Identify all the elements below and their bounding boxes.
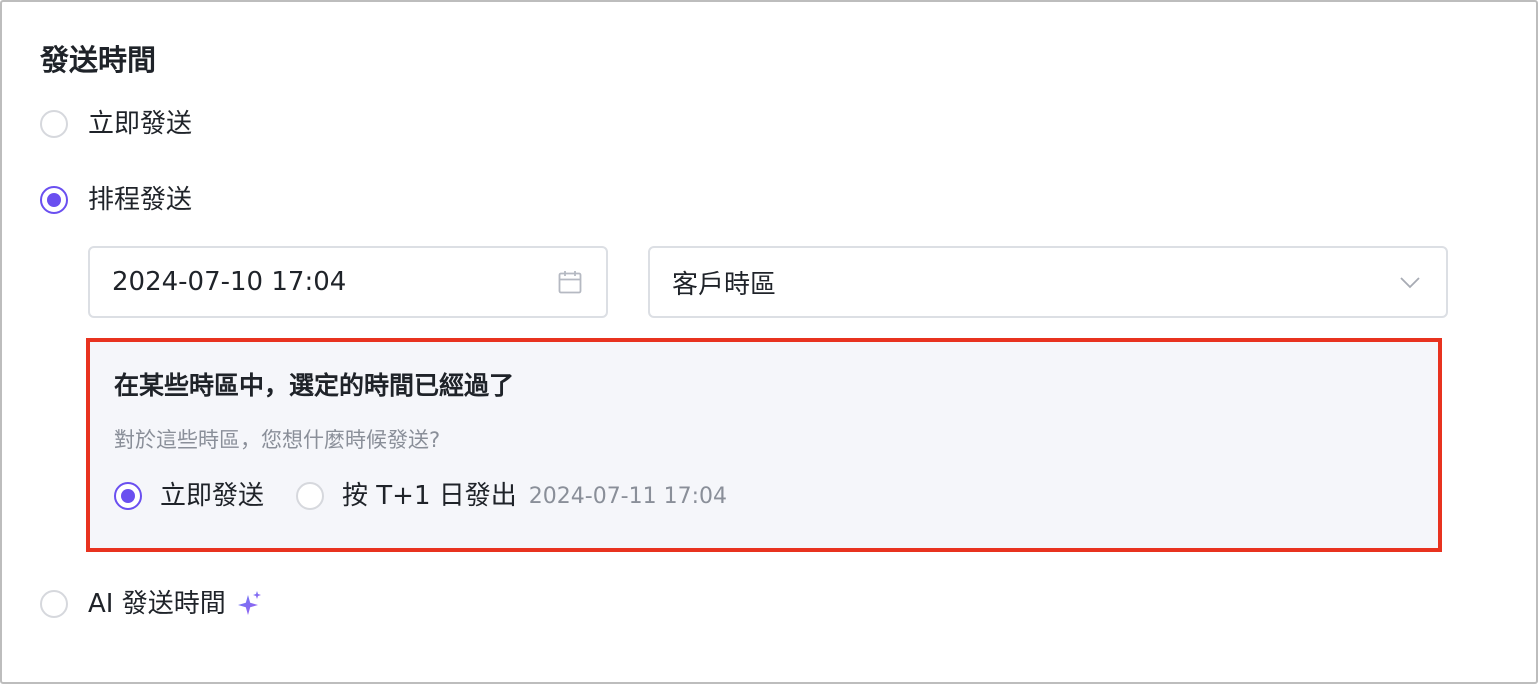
timezone-select[interactable]: 客戶時區	[648, 246, 1448, 318]
immediate-send-radio[interactable]	[40, 110, 68, 138]
warning-immediate-radio[interactable]	[114, 482, 142, 510]
warning-option-next-day[interactable]: 按 T+1 日發出 2024-07-11 17:04	[296, 478, 727, 514]
scheduled-send-option[interactable]: 排程發送	[40, 182, 192, 218]
datetime-value: 2024-07-10 17:04	[112, 267, 347, 297]
sparkle-icon	[234, 589, 264, 619]
datetime-picker[interactable]: 2024-07-10 17:04	[88, 246, 608, 318]
scheduled-send-radio[interactable]	[40, 186, 68, 214]
warning-description: 對於這些時區，您想什麼時候發送?	[114, 428, 441, 452]
warning-title: 在某些時區中，選定的時間已經過了	[114, 371, 515, 400]
immediate-send-option[interactable]: 立即發送	[40, 106, 192, 142]
warning-next-day-date: 2024-07-11 17:04	[528, 483, 728, 509]
passed-time-warning: 在某些時區中，選定的時間已經過了 對於這些時區，您想什麼時候發送? 立即發送 按…	[86, 338, 1442, 552]
ai-send-time-label: AI 發送時間	[88, 589, 226, 619]
ai-send-time-radio[interactable]	[40, 590, 68, 618]
warning-options: 立即發送 按 T+1 日發出 2024-07-11 17:04	[114, 478, 727, 514]
immediate-send-label: 立即發送	[88, 109, 193, 139]
warning-next-day-label: 按 T+1 日發出	[342, 481, 517, 511]
chevron-down-icon[interactable]	[1396, 268, 1424, 296]
warning-next-day-radio[interactable]	[296, 482, 325, 510]
scheduled-send-label: 排程發送	[88, 185, 193, 215]
send-time-panel: 發送時間 立即發送 排程發送 2024-07-10 17:04 客戶時區 在某些…	[0, 0, 1538, 684]
warning-immediate-label: 立即發送	[160, 481, 265, 511]
ai-send-time-option[interactable]: AI 發送時間	[40, 586, 264, 622]
warning-option-immediate[interactable]: 立即發送	[114, 478, 264, 514]
calendar-icon[interactable]	[556, 268, 584, 296]
section-title: 發送時間	[40, 43, 157, 77]
timezone-value: 客戶時區	[672, 269, 777, 300]
